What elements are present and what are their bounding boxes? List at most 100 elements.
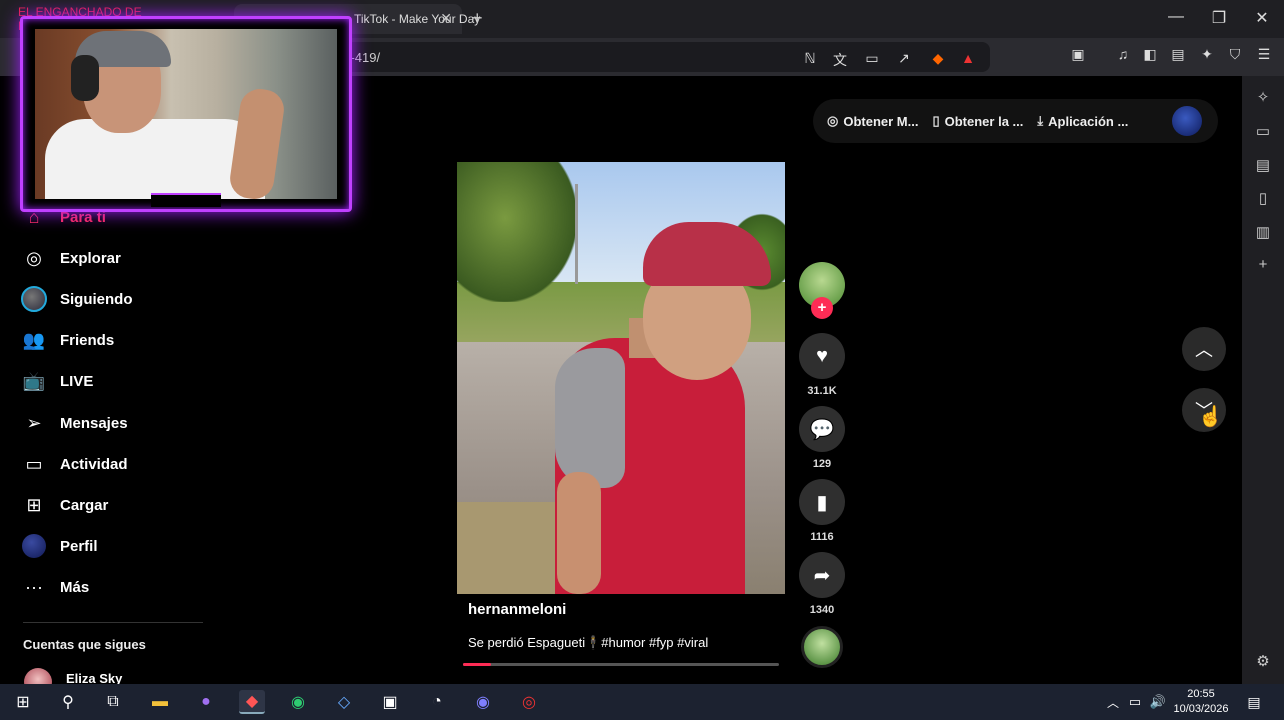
friends-icon: 👥 [22, 329, 46, 350]
speed-app-icon[interactable]: ◔ [424, 690, 450, 714]
close-window-icon[interactable]: ✕ [1252, 8, 1272, 28]
nav-item-actividad[interactable]: ▭ Actividad [20, 449, 127, 479]
chevron-up-icon: ︿ [1195, 340, 1213, 360]
menu-icon[interactable]: ☰ [1254, 46, 1274, 63]
video-progress-fill [463, 663, 492, 666]
wallet-icon[interactable]: ▤ [1253, 156, 1273, 174]
task-view-icon[interactable]: ⧉ [100, 690, 126, 714]
vpn-icon[interactable]: ⛉ [1225, 46, 1245, 63]
brave-browser-icon[interactable]: ◆ [239, 690, 265, 714]
taskbar-clock[interactable]: 20:55 10/03/2026 [1168, 687, 1234, 717]
sidebar-toggle-icon[interactable]: ◧ [1140, 46, 1160, 63]
video-caption: Se perdió Espagueti🕴#humor #fyp #viral [468, 635, 709, 650]
app-icon[interactable]: ◇ [331, 690, 357, 714]
close-tab-icon[interactable]: ✕ [440, 10, 452, 27]
follow-plus-icon[interactable]: + [811, 297, 833, 319]
nav-label: Cargar [60, 496, 109, 514]
user-avatar[interactable] [1172, 106, 1202, 136]
nav-label: Siguiendo [60, 290, 133, 308]
bookmark-icon: ▮ [816, 491, 828, 514]
leo-icon[interactable]: ✧ [1253, 88, 1273, 106]
settings-icon[interactable]: ⚙ [1253, 652, 1273, 670]
cast-icon[interactable]: ▭ [862, 50, 882, 67]
following-avatar-icon [20, 285, 48, 313]
get-coins-label: Obtener M... [843, 113, 919, 129]
nav-label: Mensajes [60, 414, 128, 432]
save-button[interactable]: ▮ [799, 479, 845, 525]
v-trees [457, 162, 577, 302]
share-count: 1340 [809, 604, 835, 616]
profile-avatar-icon [20, 532, 48, 560]
translate-icon[interactable]: 文 [830, 50, 850, 70]
download-app-button[interactable]: ⤓ Aplicación ... [1037, 113, 1128, 129]
v-pole [575, 184, 578, 284]
nav-label: Friends [60, 331, 115, 349]
nav-item-friends[interactable]: 👥 Friends [20, 325, 114, 355]
nav-item-cargar[interactable]: ⊞ Cargar [20, 490, 108, 520]
nav-label: Más [60, 578, 90, 596]
message-icon: ➢ [26, 412, 42, 433]
person-arm [557, 472, 601, 594]
share-icon[interactable]: ↗ [894, 50, 914, 67]
phone-icon: ▯ [932, 113, 940, 128]
minimize-icon[interactable]: — [1166, 8, 1186, 26]
clock-time: 20:55 [1187, 688, 1215, 700]
search-icon[interactable]: ⚲ [55, 690, 81, 714]
leo-icon[interactable]: ✦ [1197, 46, 1217, 63]
webcam-video [35, 29, 337, 199]
following-section-title: Cuentas que sigues [23, 637, 146, 652]
coin-icon: ◎ [827, 113, 839, 128]
new-tab-icon[interactable]: + [472, 8, 483, 29]
comment-button[interactable]: 💬 [799, 406, 845, 452]
video-player[interactable] [457, 162, 785, 594]
save-count: 1116 [810, 531, 834, 543]
reader-icon[interactable]: ▣ [1068, 46, 1088, 63]
headset [71, 55, 99, 101]
share-button[interactable]: ➦ [799, 552, 845, 598]
notifications-icon[interactable]: ▤ [1241, 690, 1267, 714]
previous-video-button[interactable]: ︿ [1182, 327, 1226, 371]
nav-item-mas[interactable]: ··· Más [20, 572, 89, 602]
chrome-icon[interactable]: ◎ [516, 690, 542, 714]
maximize-icon[interactable]: ❐ [1209, 8, 1229, 28]
browser-sidebar: ✧ ▭ ▤ ▯ ▥ + ⚙ [1242, 76, 1284, 684]
get-app-button[interactable]: ▯ Obtener la ... [932, 113, 1023, 129]
chat-app-icon[interactable]: ● [193, 690, 219, 714]
obs-icon[interactable]: ▣ [377, 690, 403, 714]
brave-rewards-icon[interactable]: ▲ [958, 50, 978, 66]
whatsapp-icon[interactable]: ◉ [285, 690, 311, 714]
like-count: 31.1K [807, 385, 837, 397]
reading-list-icon[interactable]: ▥ [1253, 223, 1273, 241]
video-username[interactable]: hernanmeloni [468, 601, 566, 618]
no-translate-icon[interactable]: ℕ [800, 50, 820, 67]
live-icon: 📺 [22, 370, 46, 391]
nav-label: LIVE [60, 372, 94, 390]
like-button[interactable]: ♥ [799, 333, 845, 379]
get-coins-button[interactable]: ◎ Obtener M... [827, 113, 918, 129]
address-bar[interactable]: /...-419/ ℕ 文 ▭ ↗ ◆ ▲ [330, 42, 990, 72]
streamer-arm [227, 86, 287, 199]
video-progress-bar[interactable] [463, 663, 779, 666]
tv-icon[interactable]: ▭ [1253, 122, 1273, 140]
nav-item-mensajes[interactable]: ➢ Mensajes [20, 408, 128, 438]
discord-icon[interactable]: ◉ [470, 690, 496, 714]
bookmarks-icon[interactable]: ▯ [1253, 189, 1273, 207]
nav-item-perfil[interactable]: Perfil [20, 531, 98, 561]
activity-icon: ▭ [25, 453, 43, 474]
nav-item-explorar[interactable]: ◎ Explorar [20, 243, 121, 273]
music-disc-icon[interactable] [801, 626, 843, 668]
compass-icon: ◎ [26, 247, 42, 268]
music-icon[interactable]: ♫ [1113, 46, 1133, 62]
nav-label: Explorar [60, 249, 121, 267]
add-icon[interactable]: + [1253, 256, 1273, 273]
webcam-notch [151, 193, 221, 207]
comment-count: 129 [812, 458, 832, 470]
wallet-icon[interactable]: ▤ [1168, 46, 1188, 63]
heart-icon: ♥ [816, 344, 828, 367]
brave-shield-icon[interactable]: ◆ [928, 50, 948, 67]
windows-taskbar: ⊞ ⚲ ⧉ ▬ ● ◆ ◉ ◇ ▣ ◔ ◉ ◎ ︿ ▭ 🔊 ▤ [0, 684, 1284, 720]
windows-start-icon[interactable]: ⊞ [10, 690, 36, 714]
nav-item-live[interactable]: 📺 LIVE [20, 366, 94, 396]
nav-item-siguiendo[interactable]: Siguiendo [20, 284, 133, 314]
file-explorer-icon[interactable]: ▬ [147, 690, 173, 714]
